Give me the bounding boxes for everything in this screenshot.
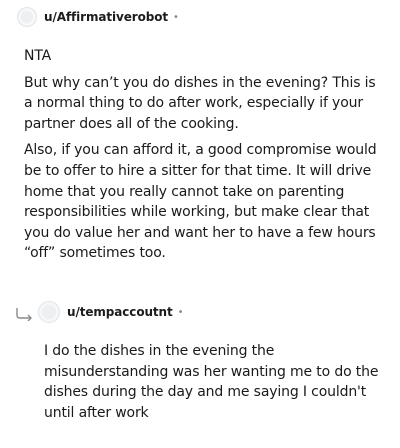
reply-header: u/tempaccoutnt • [38, 300, 184, 324]
avatar-icon[interactable] [17, 7, 37, 27]
separator-dot: • [177, 306, 184, 318]
separator-dot: • [173, 11, 179, 23]
comment-paragraph: NTA [24, 48, 52, 64]
comment-username[interactable]: u/Affirmativerobot [44, 10, 168, 24]
comment-paragraph: But why can’t you do dishes in the eveni… [24, 74, 376, 132]
reply-username[interactable]: u/tempaccoutnt [67, 305, 173, 319]
comment-body: NTA But why can’t you do dishes in the e… [24, 46, 384, 270]
comment-header: u/Affirmativerobot • [17, 5, 179, 29]
avatar-icon[interactable] [38, 301, 60, 323]
comment-paragraph: Also, if you can afford it, a good compr… [24, 142, 377, 262]
reply-arrow-icon [16, 308, 32, 321]
reply-paragraph: I do the dishes in the evening the misun… [44, 343, 379, 421]
reply-body: I do the dishes in the evening the misun… [44, 341, 389, 423]
